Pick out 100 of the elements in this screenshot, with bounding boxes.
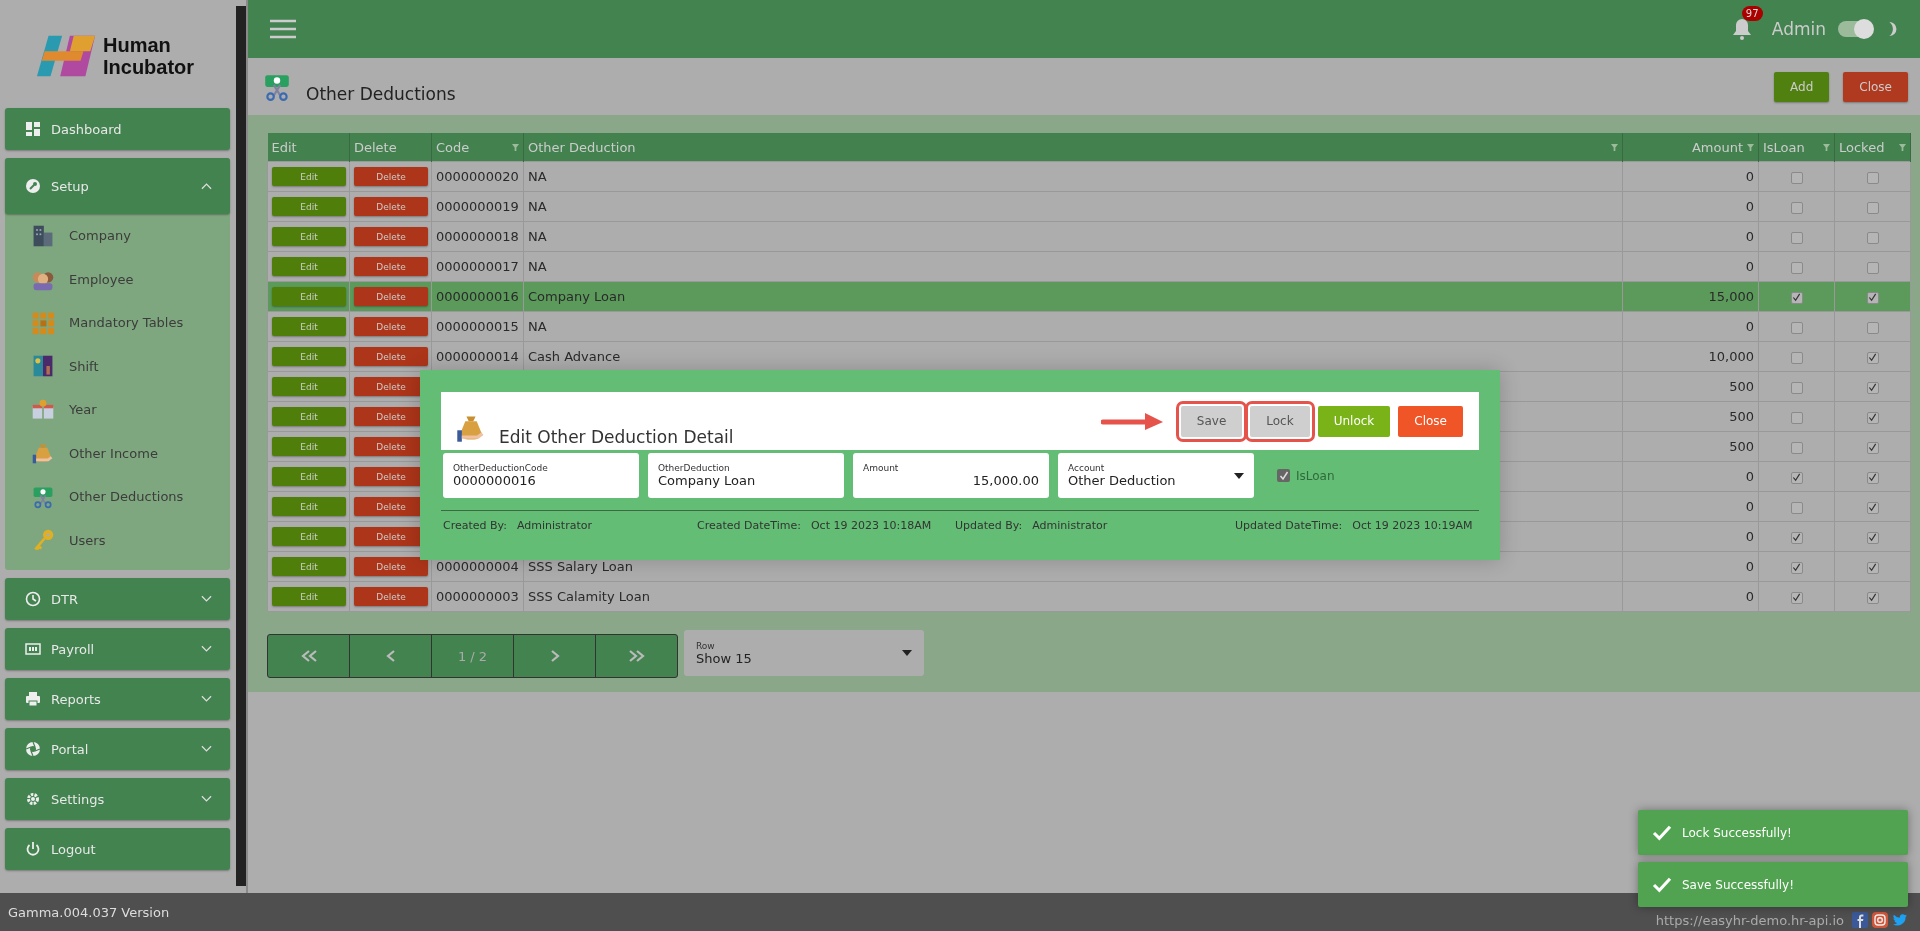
delete-button[interactable]: Delete [354,557,428,576]
checkbox[interactable] [1866,351,1879,364]
checkbox[interactable] [1866,441,1879,454]
scrollbar[interactable] [236,6,246,886]
checkbox[interactable] [1790,441,1803,454]
table-cell: 0000000017 [436,259,519,274]
user-name[interactable]: Admin [1771,19,1826,39]
checkbox[interactable] [1790,261,1803,274]
checkbox[interactable] [1790,411,1803,424]
bell-icon[interactable] [1731,18,1752,40]
checkbox[interactable] [1866,591,1879,604]
checkbox[interactable] [1790,201,1803,214]
delete-button[interactable]: Delete [354,167,428,186]
checkbox[interactable] [1790,351,1803,364]
edit-button[interactable]: Edit [272,497,346,516]
checkbox-label: IsLoan [1296,468,1335,483]
menu-button[interactable]: Settings [5,778,231,820]
filter-icon[interactable] [1823,143,1830,151]
instagram-icon[interactable] [1872,912,1888,928]
checkbox[interactable] [1866,531,1879,544]
menu-button[interactable]: Dashboard [5,108,231,150]
checkbox[interactable] [1866,321,1879,334]
menu-button[interactable]: DTR [5,578,231,620]
submenu-item[interactable]: Company [5,214,231,258]
checkbox[interactable] [1790,591,1803,604]
checkbox[interactable] [1866,171,1879,184]
filter-icon[interactable] [1747,143,1754,151]
delete-button[interactable]: Delete [354,587,428,606]
delete-button[interactable]: Delete [354,317,428,336]
checkbox[interactable] [1866,501,1879,514]
submenu-item[interactable]: Other Deductions [5,475,231,519]
edit-button[interactable]: Edit [272,437,346,456]
filter-icon[interactable] [512,143,519,151]
checkbox[interactable] [1866,471,1879,484]
edit-button[interactable]: Edit [272,317,346,336]
delete-button[interactable]: Delete [354,347,428,366]
filter-icon[interactable] [1899,143,1906,151]
edit-button[interactable]: Edit [272,257,346,276]
action-button[interactable]: Add [1774,71,1830,102]
check-icon [1652,876,1672,893]
edit-button[interactable]: Edit [272,557,346,576]
checkbox[interactable] [1790,471,1803,484]
checkbox[interactable] [1790,171,1803,184]
bird-icon[interactable] [1892,912,1908,928]
edit-button[interactable]: Edit [272,587,346,606]
checkbox[interactable] [1790,321,1803,334]
edit-button[interactable]: Edit [272,407,346,426]
checkbox[interactable] [1790,531,1803,544]
logo-icon [35,33,97,79]
page-title: Other Deductions [306,82,457,104]
rows-dropdown[interactable]: Row Show 15 [684,630,924,676]
submenu-item[interactable]: Shift [5,344,231,388]
account-dropdown[interactable]: Account Other Deduction [1058,453,1254,498]
checkbox[interactable] [1866,411,1879,424]
submenu-item[interactable]: Year [5,388,231,432]
edit-button[interactable]: Edit [272,287,346,306]
check-icon [1652,824,1672,841]
edit-button[interactable]: Edit [272,197,346,216]
submenu-item[interactable]: Employee [5,257,231,301]
checkbox[interactable] [1790,291,1803,304]
edit-button[interactable]: Edit [272,167,346,186]
checkbox[interactable] [1866,231,1879,244]
submenu-item[interactable]: Other Income [5,431,231,475]
submenu-item[interactable]: Mandatory Tables [5,301,231,345]
checkbox[interactable] [1790,381,1803,394]
submenu-item[interactable]: Users [5,518,231,562]
menu-button[interactable]: Setup [5,158,231,214]
edit-button[interactable]: Edit [272,527,346,546]
menu-button[interactable]: Logout [5,828,231,870]
input-field[interactable]: OtherDeductionCode 0000000016 [443,453,639,498]
checkbox[interactable] [1866,561,1879,574]
toggle-switch[interactable] [1838,21,1872,37]
edit-button[interactable]: Edit [272,467,346,486]
checkbox[interactable] [1866,261,1879,274]
menu-button[interactable]: Payroll [5,628,231,670]
delete-button[interactable]: Delete [354,257,428,276]
delete-button[interactable]: Delete [354,227,428,246]
facebook-icon[interactable] [1852,912,1868,928]
filter-icon[interactable] [1611,143,1618,151]
delete-button[interactable]: Delete [354,197,428,216]
dropdown-icon [902,650,912,656]
input-field[interactable]: OtherDeduction Company Loan [648,453,844,498]
checkbox[interactable] [1790,561,1803,574]
input-field[interactable]: Amount 15,000.00 [853,453,1049,498]
checkbox[interactable] [1866,291,1879,304]
checkbox[interactable] [1790,501,1803,514]
edit-button[interactable]: Edit [272,227,346,246]
checkbox[interactable] [1790,231,1803,244]
checkbox[interactable] [1866,201,1879,214]
checkbox[interactable] [1866,381,1879,394]
website-link[interactable]: https://easyhr-demo.hr-api.io [1655,913,1844,928]
edit-button[interactable]: Edit [272,377,346,396]
chevron-icon [201,795,213,803]
menu-button[interactable]: Reports [5,678,231,720]
menu-button[interactable]: Portal [5,728,231,770]
dialog-button[interactable]: Unlock [1317,405,1391,437]
dialog-button[interactable]: Close [1398,405,1463,437]
delete-button[interactable]: Delete [354,287,428,306]
edit-button[interactable]: Edit [272,347,346,366]
action-button[interactable]: Close [1843,71,1908,102]
